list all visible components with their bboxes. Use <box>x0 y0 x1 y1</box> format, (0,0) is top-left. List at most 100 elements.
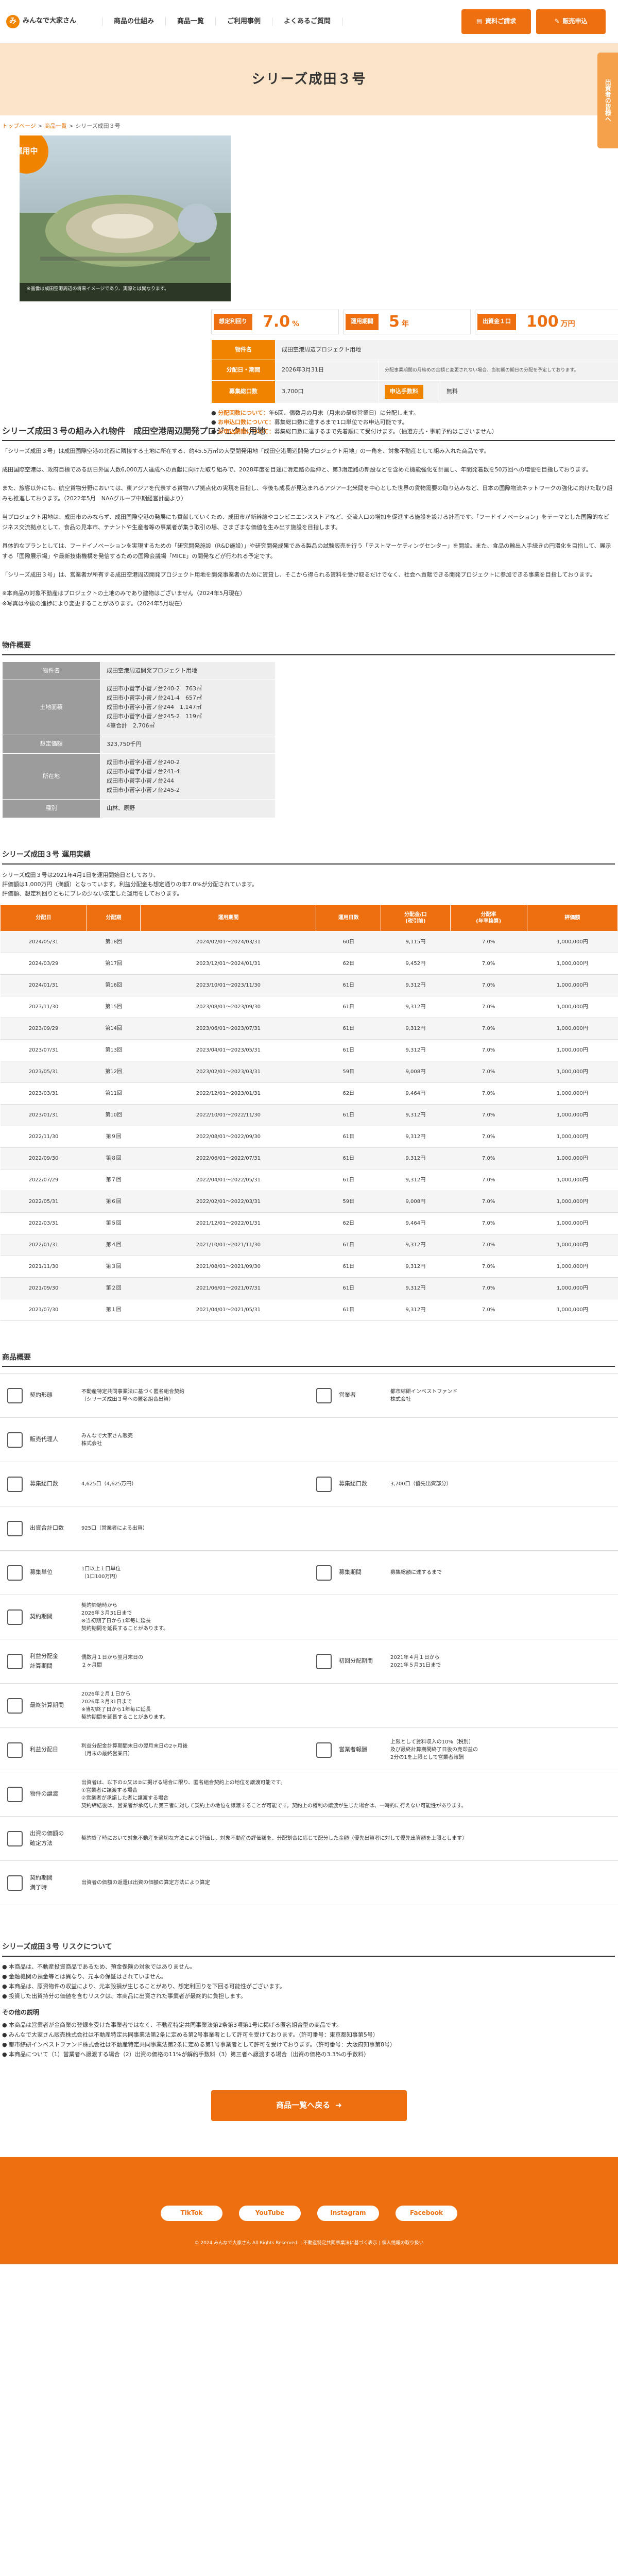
product-overview-title: 商品概要 <box>2 1352 615 1367</box>
table-cell: 第４回 <box>87 1234 141 1256</box>
table-cell: 62日 <box>316 1212 381 1234</box>
risk-text: 本商品は、不動産投資商品であるため、預金保険の対象ではありません。 <box>9 1963 196 1971</box>
item-icon <box>316 1387 332 1403</box>
risks-title: シリーズ成田３号 リスクについて <box>2 1941 615 1957</box>
table-cell: 9,312円 <box>381 1169 451 1191</box>
table-cell: 2023/11/30 <box>0 996 87 1018</box>
period-note: 分配事業期間の月締めの金額と変更されない場合、当初期の期日の分配を予定しておりま… <box>378 360 618 381</box>
property-photo: 運用中 ※画像は成田空港周辺の将来イメージであり、実際とは異なります。 <box>20 135 231 301</box>
table-cell: 2022/04/01～2022/05/31 <box>140 1169 316 1191</box>
product-row: 募集総口数 4,625口（4,625万円） 募集総口数 3,700口（優先出資部分） <box>0 1462 618 1507</box>
breadcrumb-home[interactable]: トップページ <box>2 123 36 129</box>
item-icon <box>7 1520 23 1536</box>
item-icon <box>7 1742 23 1758</box>
table-cell: 2023/03/31 <box>0 1082 87 1105</box>
risk-sub-text: 本商品について（1）営業者へ譲渡する場合（2）出資の価格の11%が解約手数料（3… <box>9 2050 370 2058</box>
facebook-link[interactable]: Facebook <box>396 2205 457 2221</box>
item-icon <box>7 1653 23 1669</box>
overview-value: 成田市小菅字小菅ノ台240-2 763㎡ 成田市小菅字小菅ノ台241-4 657… <box>100 680 276 736</box>
table-cell: 62日 <box>316 1082 381 1105</box>
overview-key: 想定価額 <box>2 735 100 754</box>
apply-button[interactable]: ✎ 販売申込 <box>536 9 606 34</box>
risk-list: ● 本商品は、不動産投資商品であるため、預金保険の対象ではありません。 ● 金融機… <box>0 1962 618 2001</box>
logo-text: みんなで大家さん <box>23 17 77 25</box>
product-summary: 想定利回り 7.0 % 運用期間 5 年 出資金１口 100 万円 物件名 成田空… <box>211 309 618 436</box>
logo[interactable]: み みんなで大家さん <box>6 14 93 28</box>
side-tab-investors[interactable]: 出資者の皆様へ <box>597 53 618 148</box>
rate-yield: 想定利回り 7.0 % <box>211 309 339 334</box>
results-header: 評価額 <box>526 904 618 931</box>
overview-row: 物件名 成田空港周辺開発プロジェクト用地 <box>2 661 276 681</box>
nav-mechanism[interactable]: 商品の仕組み <box>102 17 165 26</box>
product-value: 上限として賃料収入の10%（税別） 及び最終計算期間終了日後の売却益の 2分の1… <box>390 1739 478 1761</box>
tiktok-link[interactable]: TikTok <box>161 2205 222 2221</box>
nav-cases[interactable]: ご利用事例 <box>215 17 272 26</box>
product-key: 出資合計口数 <box>30 1524 64 1532</box>
table-cell: 1,000,000円 <box>527 1147 618 1170</box>
table-cell: 61日 <box>316 1147 381 1170</box>
intro-paragraph: 具体的なプランとしては、フードイノベーションを実現するための「研究開発施設（R&… <box>2 542 611 560</box>
table-cell: 2022/06/01～2022/07/31 <box>140 1147 316 1170</box>
table-cell: 7.0% <box>450 1191 527 1213</box>
breadcrumb-current: シリーズ成田３号 <box>75 123 121 129</box>
table-cell: 9,312円 <box>381 1126 451 1148</box>
back-to-list-button[interactable]: 商品一覧へ戻る ➜ <box>211 2090 407 2121</box>
table-cell: 7.0% <box>450 974 527 996</box>
overview-row: 想定価額 323,750千円 <box>2 735 276 754</box>
product-value: 出資者は、以下の①又は②に掲げる場合に限り、匿名組合契約上の地位を譲渡可能です。… <box>81 1780 467 1809</box>
product-value: 利益分配金計算期間末日の翌月末日の2ヶ月後 （月末の最終営業日） <box>81 1743 188 1757</box>
intro-note: ※本商品の対象不動産はプロジェクトの土地のみであり建物はございません（2024年… <box>2 589 246 607</box>
table-cell: 9,464円 <box>381 1212 451 1234</box>
product-value: 都市綜研インベストファンド 株式会社 <box>390 1388 458 1402</box>
rate-yield-unit: % <box>292 319 300 328</box>
youtube-link[interactable]: YouTube <box>239 2205 301 2221</box>
product-value: 925口（営業者による出資） <box>81 1526 148 1532</box>
overview-key: 土地面積 <box>2 680 100 736</box>
table-cell: 1,000,000円 <box>527 953 618 975</box>
table-cell: 第７回 <box>87 1169 141 1191</box>
table-row: 2023/05/31 第12回 2023/02/01～2023/03/31 59日 9,… <box>0 1061 618 1083</box>
results-header: 分配金/口 (税引前) <box>380 904 451 931</box>
table-cell: 7.0% <box>450 1126 527 1148</box>
table-cell: 1,000,000円 <box>527 1126 618 1148</box>
product-key: 初回分配期間 <box>339 1657 373 1665</box>
table-cell: 2023/04/01～2023/05/31 <box>140 1039 316 1061</box>
table-cell: 2021/04/01～2021/05/31 <box>140 1299 316 1321</box>
product-cell: 初回分配期間 2021年４月１日から 2021年５月31日まで <box>309 1639 618 1683</box>
table-cell: 第３回 <box>87 1256 141 1278</box>
breadcrumb-list[interactable]: 商品一覧 <box>44 123 67 129</box>
table-cell: 7.0% <box>450 1147 527 1170</box>
photo-caption: ※画像は成田空港周辺の将来イメージであり、実際とは異なります。 <box>20 282 231 301</box>
nav-faq[interactable]: よくあるご質問 <box>272 17 343 26</box>
page-title: シリーズ成田３号 <box>251 71 367 87</box>
table-cell: 第９回 <box>87 1126 141 1148</box>
table-cell: 61日 <box>316 1277 381 1299</box>
table-cell: 7.0% <box>450 1256 527 1278</box>
product-key: 営業者報酬 <box>339 1746 367 1753</box>
table-cell: 2021/08/01～2021/09/30 <box>140 1256 316 1278</box>
note-value: 年6回、偶数月の月末（月末の最終営業日）に分配します。 <box>268 409 419 416</box>
table-cell: 61日 <box>316 1234 381 1256</box>
table-cell: 2023/01/31 <box>0 1104 87 1126</box>
copyright: © 2024 みんなで大家さん All Rights Reserved. | 不… <box>194 2240 424 2246</box>
table-cell: 第18回 <box>87 931 141 953</box>
table-cell: 2024/05/31 <box>0 931 87 953</box>
results-table: 分配日 分配期 運用期間 運用日数 分配金/口 (税引前) 分配率 (年率換算) 評価額 20… <box>0 904 618 1321</box>
table-cell: 7.0% <box>450 1212 527 1234</box>
instagram-link[interactable]: Instagram <box>317 2205 379 2221</box>
table-cell: 第10回 <box>87 1104 141 1126</box>
overview-table: 物件名 成田空港周辺開発プロジェクト用地 土地面積 成田市小菅字小菅ノ台240-2 7… <box>2 661 276 818</box>
risk-sub-list: ● 本商品は営業者が金商業の登録を受けた事業者ではなく、不動産特定共同事業法第2… <box>0 2020 618 2059</box>
table-cell: 7.0% <box>450 1277 527 1299</box>
table-cell: 2023/06/01～2023/07/31 <box>140 1018 316 1040</box>
request-docs-button[interactable]: ▤ 資料ご請求 <box>461 9 531 34</box>
nav-products[interactable]: 商品一覧 <box>165 17 215 26</box>
risk-sub-item: ● 都市綜研インベストファンド株式会社は不動産特定共同事業法第2条に定める第1号… <box>2 2041 396 2048</box>
property-name: 成田空港周辺プロジェクト用地 <box>275 339 618 361</box>
risk-item: ● 投資した出資持分の価値を含むリスクは、本商品に出資された事業者が最終的に負担… <box>2 1993 247 2000</box>
table-cell: 第１回 <box>87 1299 141 1321</box>
rate-unit-unit: 万円 <box>560 319 575 328</box>
table-cell: 9,115円 <box>381 931 451 953</box>
table-cell: 9,312円 <box>381 1299 451 1321</box>
risk-sub-text: 都市綜研インベストファンド株式会社は不動産特定共同事業法第2条に定める第1号事業… <box>9 2041 396 2048</box>
